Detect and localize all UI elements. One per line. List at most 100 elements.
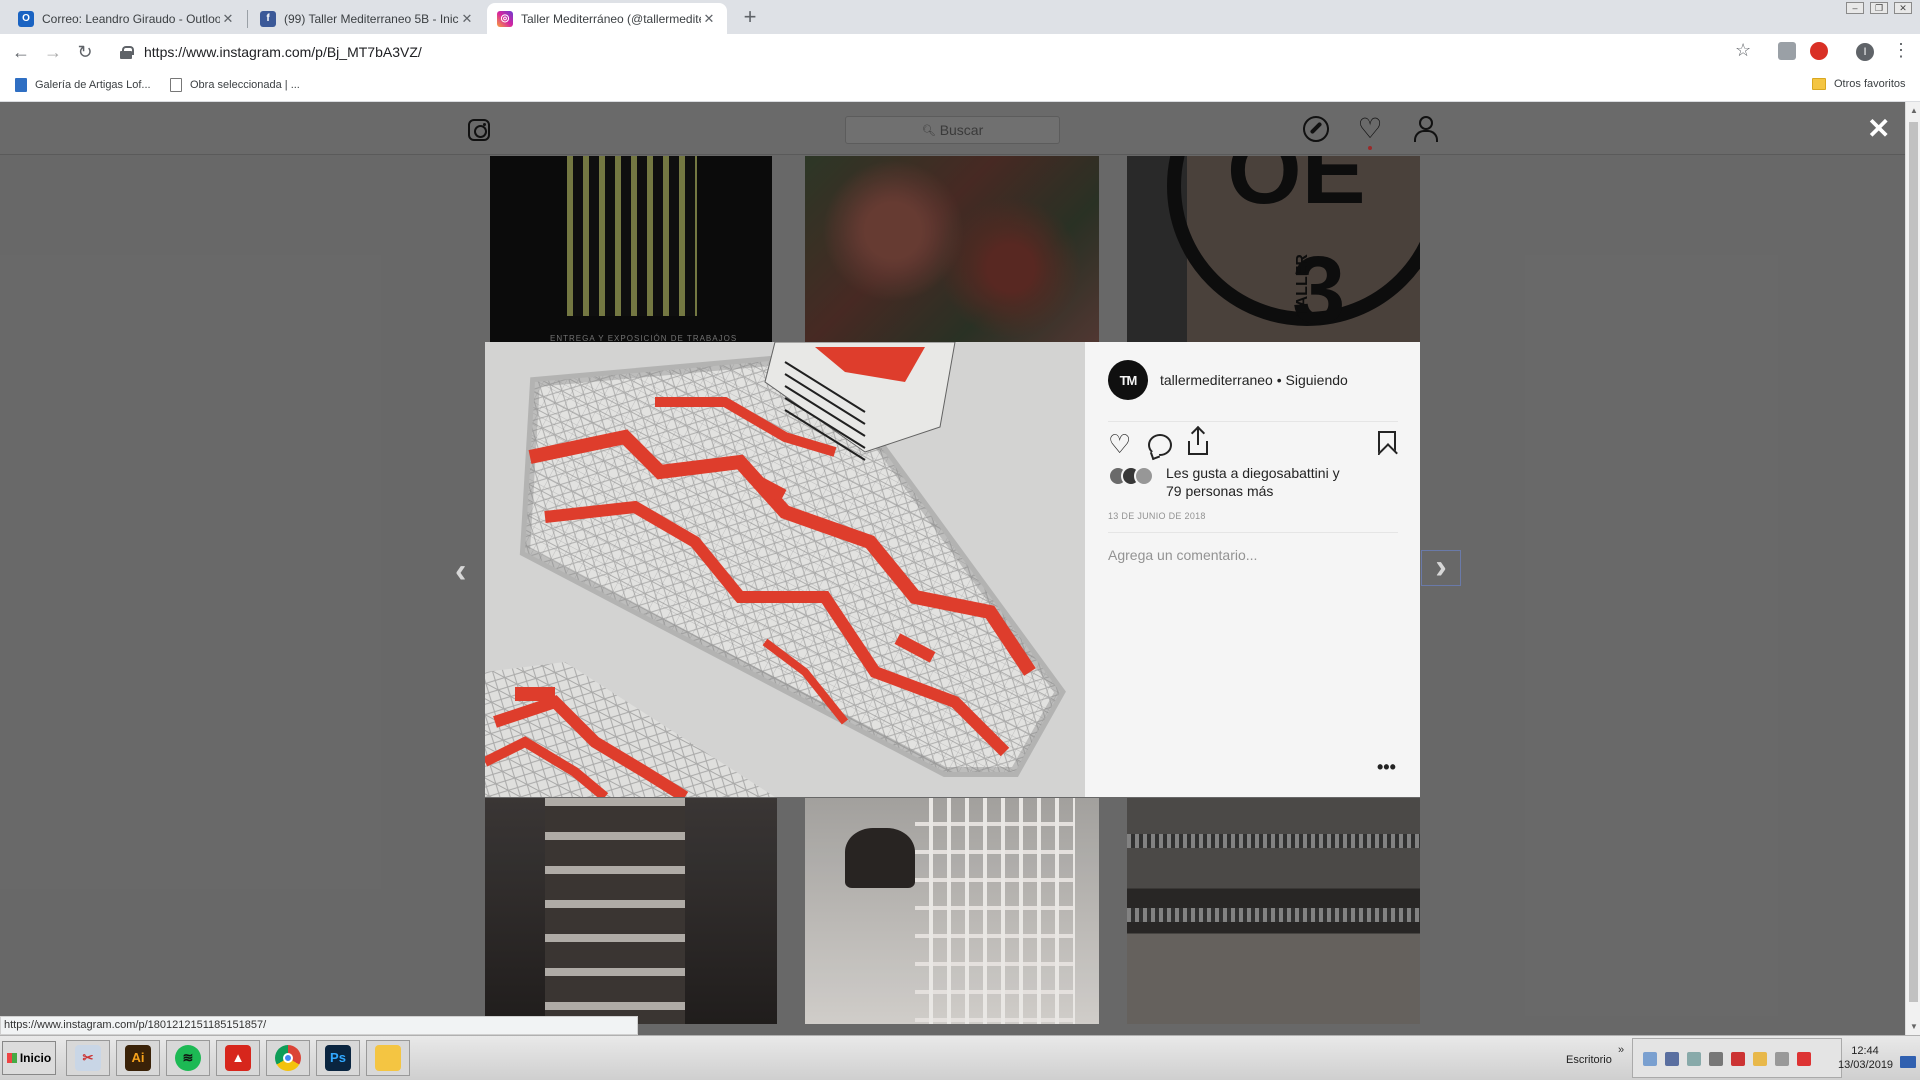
system-tray xyxy=(1632,1038,1842,1078)
close-modal-icon[interactable]: ✕ xyxy=(1867,112,1890,145)
language-icon[interactable] xyxy=(1900,1056,1916,1068)
previous-post-arrow-icon[interactable]: ‹ xyxy=(455,552,466,591)
bookmark-obra[interactable]: Obra seleccionada | ... xyxy=(170,78,300,92)
tab-instagram[interactable]: ◎ Taller Mediterráneo (@tallermediter ✕ xyxy=(487,3,727,34)
tab-title: Taller Mediterráneo (@tallermediter xyxy=(521,11,701,26)
file-explorer-icon[interactable] xyxy=(366,1040,410,1076)
start-button[interactable]: Inicio xyxy=(2,1041,56,1075)
thumbnail-text: OE xyxy=(1227,156,1366,224)
forward-arrow-icon[interactable]: → xyxy=(42,41,64,63)
photoshop-icon[interactable]: Ps xyxy=(316,1040,360,1076)
comment-input[interactable]: Agrega un comentario... xyxy=(1108,547,1257,563)
signal-icon[interactable] xyxy=(1709,1052,1723,1066)
acrobat-icon[interactable]: ▲ xyxy=(216,1040,260,1076)
avatar[interactable]: TM xyxy=(1108,360,1148,400)
bookmarks-bar: Galería de Artigas Lof... Obra seleccion… xyxy=(0,70,1920,102)
user-icon[interactable] xyxy=(1753,1052,1767,1066)
close-tab-icon[interactable]: ✕ xyxy=(220,11,236,27)
windows-taskbar: Inicio ✂ Ai ≋ ▲ Ps Escritorio » 12:44 13… xyxy=(0,1035,1920,1080)
bookmark-galeria[interactable]: Galería de Artigas Lof... xyxy=(15,78,151,92)
url-text: https://www.instagram.com/p/Bj_MT7bA3VZ/ xyxy=(144,44,422,60)
post-image[interactable] xyxy=(485,342,1085,797)
sync-icon[interactable] xyxy=(1687,1052,1701,1066)
start-label: Inicio xyxy=(19,1051,52,1065)
close-tab-icon[interactable]: ✕ xyxy=(701,11,717,27)
tab-facebook[interactable]: f (99) Taller Mediterraneo 5B - Inicio ✕ xyxy=(250,3,485,34)
minimize-icon[interactable]: – xyxy=(1846,2,1864,14)
activity-heart-icon[interactable]: ♡ xyxy=(1357,115,1383,150)
spotify-icon[interactable]: ≋ xyxy=(166,1040,210,1076)
grid-thumbnail[interactable]: OE 3 TALLER xyxy=(1127,156,1420,343)
comment-icon[interactable] xyxy=(1148,434,1172,456)
thumbnail-image xyxy=(545,798,685,1024)
thumbnail-vertical-text: TALLER xyxy=(1293,254,1311,316)
restore-icon[interactable]: ❐ xyxy=(1870,2,1888,14)
chrome-icon[interactable] xyxy=(266,1040,310,1076)
security-icon[interactable] xyxy=(1731,1052,1745,1066)
search-input[interactable]: 🔍︎ Buscar xyxy=(845,116,1060,144)
close-tab-icon[interactable]: ✕ xyxy=(459,11,475,27)
reload-icon[interactable]: ↻ xyxy=(74,41,96,63)
save-bookmark-icon[interactable] xyxy=(1378,431,1396,455)
other-bookmarks[interactable]: Otros favoritos xyxy=(1812,78,1906,90)
divider xyxy=(1108,532,1398,533)
bookmark-star-icon[interactable]: ☆ xyxy=(1735,40,1751,61)
thumbnail-image xyxy=(915,798,1075,1024)
scroll-down-icon[interactable]: ▼ xyxy=(1910,1022,1918,1031)
app-tray-icon[interactable] xyxy=(1665,1052,1679,1066)
like-heart-icon[interactable]: ♡ xyxy=(1108,431,1131,457)
acrobat-tray-icon[interactable] xyxy=(1797,1052,1811,1066)
link-status-bubble: https://www.instagram.com/p/180121215118… xyxy=(0,1016,638,1035)
scrollbar-thumb[interactable] xyxy=(1909,122,1918,1002)
folder-icon xyxy=(1812,78,1826,90)
post-sidebar: TM tallermediterraneo • Siguiendo ♡ Les … xyxy=(1085,342,1420,797)
grid-thumbnail[interactable] xyxy=(805,798,1099,1024)
post-header: TM tallermediterraneo • Siguiendo xyxy=(1108,360,1348,400)
more-options-icon[interactable]: ••• xyxy=(1377,757,1396,778)
likes-summary: Les gusta a diegosabattini y 79 personas… xyxy=(1108,464,1356,500)
bookmark-favicon-icon xyxy=(15,78,27,92)
likes-text[interactable]: Les gusta a diegosabattini y 79 personas… xyxy=(1166,464,1356,500)
page-viewport: 🔍︎ Buscar ♡ ✕ ENTREGA Y EXPOSICIÓN DE TR… xyxy=(0,102,1905,1035)
avatar xyxy=(1134,466,1154,486)
username-link[interactable]: tallermediterraneo xyxy=(1160,372,1273,388)
clock-time: 12:44 xyxy=(1851,1045,1879,1057)
profile-icon[interactable] xyxy=(1412,116,1438,142)
snipping-tool-icon[interactable]: ✂ xyxy=(66,1040,110,1076)
share-icon[interactable] xyxy=(1188,429,1208,455)
grid-thumbnail[interactable]: ENTREGA Y EXPOSICIÓN DE TRABAJOS xyxy=(490,156,772,343)
grid-thumbnail[interactable] xyxy=(485,798,777,1024)
follow-status[interactable]: • Siguiendo xyxy=(1277,372,1348,388)
tab-outlook[interactable]: O Correo: Leandro Giraudo - Outlook ✕ xyxy=(8,3,246,34)
explore-compass-icon[interactable] xyxy=(1303,116,1329,142)
grid-thumbnail[interactable] xyxy=(805,156,1099,343)
toolbar-chevron-icon[interactable]: » xyxy=(1618,1044,1624,1056)
network-icon[interactable] xyxy=(1643,1052,1657,1066)
illustrator-icon[interactable]: Ai xyxy=(116,1040,160,1076)
bookmark-label: Galería de Artigas Lof... xyxy=(35,79,151,91)
next-post-arrow-icon[interactable]: › xyxy=(1421,550,1461,586)
extension-icon[interactable] xyxy=(1778,42,1796,60)
desktop-toolbar-label[interactable]: Escritorio xyxy=(1566,1054,1612,1066)
taskbar-clock[interactable]: 12:44 13/03/2019 xyxy=(1838,1044,1893,1072)
thumbnail-image xyxy=(1127,834,1420,848)
post-date: 13 DE JUNIO DE 2018 xyxy=(1108,511,1206,521)
instagram-logo-icon[interactable] xyxy=(468,119,490,141)
grid-thumbnail[interactable] xyxy=(1127,798,1420,1024)
chrome-menu-icon[interactable]: ⋮ xyxy=(1892,40,1910,61)
page-scrollbar[interactable]: ▲ ▼ xyxy=(1905,102,1920,1035)
close-window-icon[interactable]: ✕ xyxy=(1894,2,1912,14)
volume-icon[interactable] xyxy=(1775,1052,1789,1066)
post-modal: TM tallermediterraneo • Siguiendo ♡ Les … xyxy=(485,342,1420,797)
thumbnail-image xyxy=(567,156,697,316)
scroll-up-icon[interactable]: ▲ xyxy=(1910,106,1918,115)
address-bar[interactable]: https://www.instagram.com/p/Bj_MT7bA3VZ/ xyxy=(110,38,1755,66)
axonometric-drawing xyxy=(485,342,1085,797)
profile-avatar[interactable]: I xyxy=(1856,43,1874,61)
back-arrow-icon[interactable]: ← xyxy=(10,41,32,63)
search-icon: 🔍︎ xyxy=(921,124,936,137)
adblock-icon[interactable] xyxy=(1810,42,1828,60)
lock-icon xyxy=(120,46,134,59)
new-tab-button[interactable]: + xyxy=(736,4,764,32)
instagram-header: 🔍︎ Buscar ♡ xyxy=(0,102,1905,155)
